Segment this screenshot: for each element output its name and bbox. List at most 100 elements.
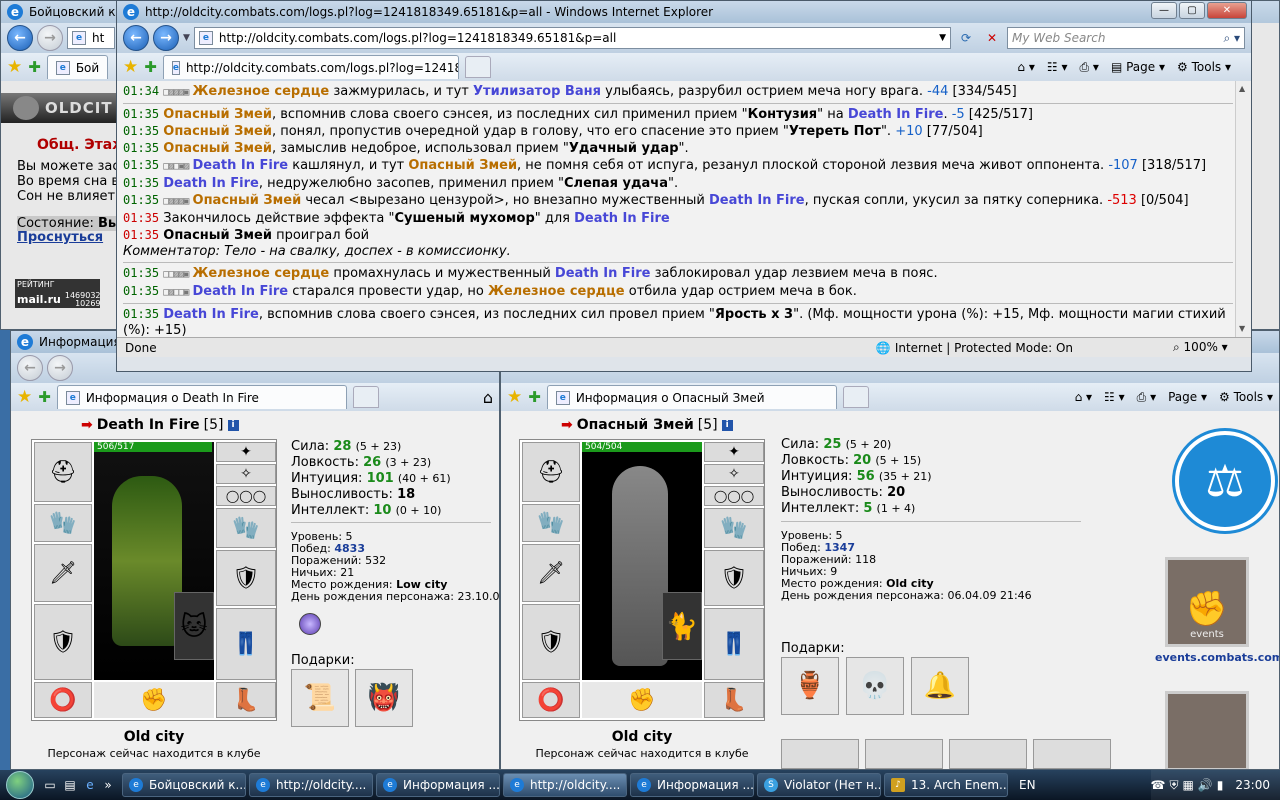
close-button[interactable]: ✕ [1207, 2, 1247, 19]
taskbar-item[interactable]: S Violator (Нет н... [757, 773, 881, 797]
print-icon[interactable]: ⎙ ▾ [1080, 60, 1099, 75]
add-favorite-icon[interactable]: ✚ [528, 388, 541, 406]
search-input[interactable]: My Web Search ⌕ ▾ [1007, 27, 1245, 49]
gift-vase-icon[interactable]: 🏺 [781, 657, 839, 715]
gloves-slot[interactable]: 🧤 [704, 508, 764, 548]
start-button[interactable] [0, 770, 40, 800]
back-tab[interactable]: e Бой [46, 55, 109, 79]
armor-slot[interactable]: 🛡 [34, 604, 92, 680]
gift-bell-icon[interactable]: 🔔 [911, 657, 969, 715]
maximize-button[interactable]: ▢ [1179, 2, 1205, 19]
page-menu[interactable]: Page ▾ [1168, 390, 1207, 404]
boots-slot[interactable]: 👢 [216, 682, 276, 718]
weapon-slot[interactable]: 🗡 [34, 544, 92, 602]
back-arrow-icon[interactable]: ← [17, 355, 43, 381]
info-icon[interactable]: i [227, 419, 239, 431]
taskbar-item[interactable]: ♪ 13. Arch Enem... [884, 773, 1008, 797]
amulet-slot[interactable]: ✦ [704, 442, 764, 462]
address-bar[interactable]: e http://oldcity.combats.com/logs.pl?log… [193, 27, 951, 49]
secondary-banner[interactable] [1165, 691, 1249, 769]
new-tab-button[interactable] [842, 386, 869, 408]
home-icon[interactable]: ⌂ ▾ [1017, 60, 1034, 74]
gift-thumb[interactable] [865, 739, 943, 769]
tray-app-icon[interactable]: ☎ [1151, 778, 1166, 792]
taskbar-item[interactable]: e Бойцовский к... [122, 773, 246, 797]
tray-volume-icon[interactable]: 🔊 [1198, 778, 1213, 792]
weapon-slot[interactable]: 🗡 [522, 544, 580, 602]
add-favorite-icon[interactable]: ✚ [38, 388, 51, 406]
zoom-control[interactable]: ⌕ 100% ▾ [1173, 340, 1243, 355]
gift-thumb[interactable] [781, 739, 859, 769]
boots-slot[interactable]: 👢 [704, 682, 764, 718]
back-arrow-icon[interactable]: ← [123, 25, 149, 51]
mailru-counter[interactable]: mail.ru 1469032 10269 [15, 291, 101, 308]
add-favorite-icon[interactable]: ✚ [28, 58, 41, 76]
info-icon[interactable]: i [721, 419, 733, 431]
taskbar-item-active[interactable]: e http://oldcity.... [503, 773, 627, 797]
favorites-star-icon[interactable]: ★ [17, 387, 32, 407]
effect-icon[interactable] [299, 613, 321, 635]
tools-menu[interactable]: ⚙ Tools ▾ [1219, 390, 1273, 404]
rating-counter[interactable]: РЕЙТИНГ 102212989 [15, 279, 100, 301]
log-scrollbar[interactable] [1235, 81, 1251, 337]
favorites-star-icon[interactable]: ★ [507, 387, 522, 407]
events-link[interactable]: events.combats.com [1155, 651, 1279, 664]
legs-slot[interactable]: 👖 [704, 608, 764, 680]
gift-mask-icon[interactable]: 👹 [355, 669, 413, 727]
page-menu[interactable]: ▤ Page ▾ [1111, 60, 1165, 74]
feeds-icon[interactable]: ☷ ▾ [1104, 390, 1125, 404]
forward-arrow-icon[interactable]: → [37, 25, 63, 51]
show-desktop-icon[interactable]: ▭ [40, 778, 60, 792]
security-zone[interactable]: 🌐 Internet | Protected Mode: On [876, 341, 1073, 355]
ie-quicklaunch-icon[interactable]: e [80, 778, 100, 792]
log-title-bar[interactable]: e http://oldcity.combats.com/logs.pl?log… [117, 1, 1251, 23]
gift-thumb[interactable] [949, 739, 1027, 769]
tray-power-icon[interactable]: ▮ [1217, 778, 1224, 792]
legs-slot[interactable]: 👖 [216, 608, 276, 680]
armor-slot[interactable]: 🛡 [522, 604, 580, 680]
bracers-slot[interactable]: 🧤 [522, 504, 580, 542]
back-arrow-icon[interactable]: ← [7, 25, 33, 51]
home-icon[interactable]: ⌂ ▾ [1075, 390, 1092, 404]
gift-skull-icon[interactable]: 💀 [846, 657, 904, 715]
tools-menu[interactable]: ⚙ Tools ▾ [1177, 60, 1231, 74]
search-icon[interactable]: ⌕ ▾ [1223, 31, 1240, 46]
tray-security-icon[interactable]: ⛨ [1169, 778, 1178, 793]
gloves-slot[interactable]: 🧤 [216, 508, 276, 548]
rings-slot[interactable]: ◯◯◯ [704, 486, 764, 506]
home-icon[interactable]: ⌂ [483, 388, 493, 407]
wake-up-link[interactable]: Проснуться [17, 230, 103, 245]
pet-icon[interactable]: 🐱 [174, 592, 214, 660]
quicklaunch-more-icon[interactable]: » [100, 778, 116, 792]
minimize-button[interactable]: — [1151, 2, 1177, 19]
amulet-slot[interactable]: ✦ [216, 442, 276, 462]
gift-thumb[interactable] [1033, 739, 1111, 769]
shield-slot[interactable]: 🛡 [216, 550, 276, 606]
favorites-star-icon[interactable]: ★ [7, 57, 22, 77]
print-icon[interactable]: ⎙ ▾ [1137, 390, 1156, 405]
favorites-star-icon[interactable]: ★ [123, 57, 138, 77]
tab-opasny-zmey[interactable]: e Информация о Опасный Змей [546, 385, 837, 409]
rings-slot[interactable]: ◯◯◯ [216, 486, 276, 506]
switch-windows-icon[interactable]: ▤ [60, 778, 80, 792]
language-indicator[interactable]: EN [1019, 778, 1036, 792]
belt-slot[interactable]: ⭕ [34, 682, 92, 718]
forward-arrow-icon[interactable]: → [47, 355, 73, 381]
tab-battle-log[interactable]: e http://oldcity.combats.com/logs.pl?log=… [162, 55, 459, 79]
add-favorite-icon[interactable]: ✚ [144, 58, 157, 76]
feeds-icon[interactable]: ☷ ▾ [1047, 60, 1068, 74]
tab-death-in-fire[interactable]: e Информация о Death In Fire [56, 385, 347, 409]
clock[interactable]: 23:00 [1235, 778, 1270, 792]
history-dropdown-icon[interactable]: ▼ [183, 33, 190, 43]
helmet-slot[interactable]: ⛑ [34, 442, 92, 502]
bracers-slot[interactable]: 🧤 [34, 504, 92, 542]
new-tab-button[interactable] [464, 56, 491, 78]
forward-arrow-icon[interactable]: → [153, 25, 179, 51]
belt-slot[interactable]: ⭕ [522, 682, 580, 718]
taskbar-item[interactable]: e Информация ... [630, 773, 754, 797]
new-tab-button[interactable] [352, 386, 379, 408]
taskbar-item[interactable]: e Информация ... [376, 773, 500, 797]
justice-scales-icon[interactable]: ⚖ [1175, 431, 1275, 531]
helmet-slot[interactable]: ⛑ [522, 442, 580, 502]
events-banner[interactable]: ✊ events [1165, 557, 1249, 647]
